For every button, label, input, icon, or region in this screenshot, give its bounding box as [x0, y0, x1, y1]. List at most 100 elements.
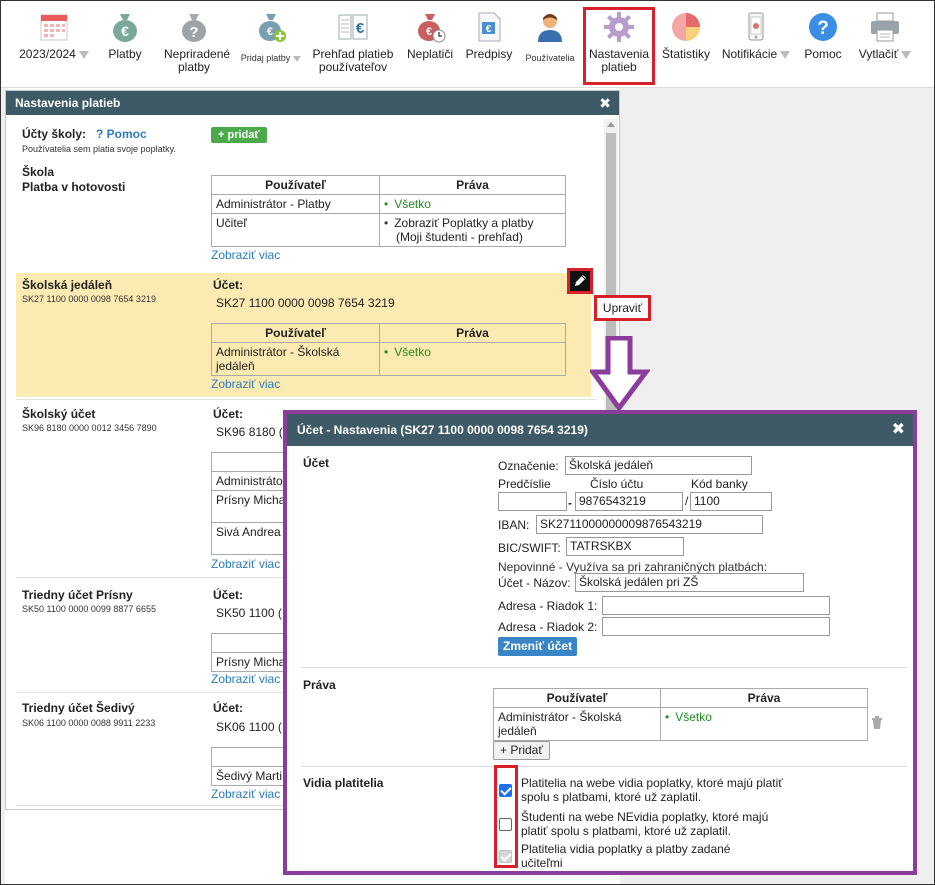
help-icon: ? — [809, 13, 837, 41]
dash-separator: - — [568, 496, 572, 510]
toolbar-label: Predpisy — [465, 47, 513, 61]
account-title-field[interactable]: Školská jedálen pri ZŠ — [575, 573, 804, 592]
calendar-icon — [40, 14, 68, 41]
address2-field[interactable] — [602, 617, 830, 636]
main-toolbar: 2023/2024 € Platby ? Nepriradené platby … — [0, 0, 935, 88]
pie-chart-icon — [672, 13, 700, 41]
prefix-label: Predčíslie — [498, 477, 551, 491]
scroll-up-icon[interactable] — [607, 122, 615, 127]
arrow-down-icon — [590, 336, 650, 413]
toolbar-pouzivatelia[interactable]: Používatelia — [520, 0, 580, 88]
show-more-link[interactable]: Zobraziť viac — [211, 248, 280, 262]
rights-cell: Všetko — [384, 197, 431, 211]
bic-field[interactable]: TATRSKBX — [566, 537, 684, 556]
panel-title: Nastavenia platieb — [15, 96, 121, 110]
change-account-button[interactable]: Zmeniť účet — [498, 637, 578, 656]
teacher-fees-checkbox[interactable] — [499, 850, 512, 863]
toolbar-highlight-frame — [583, 7, 655, 85]
toolbar-vytlacit[interactable]: Vytlačiť — [852, 0, 918, 88]
user-cell: Administrátor - Školská jedáleň — [493, 707, 661, 741]
account-number: SK96 8180 ( — [216, 425, 283, 439]
user-icon — [538, 14, 562, 42]
section-account-label: Účet — [303, 456, 330, 470]
toolbar-neplatici[interactable]: € Neplatiči — [402, 0, 458, 88]
student-hides-fees-checkbox[interactable] — [499, 818, 512, 831]
toolbar-pomoc[interactable]: ? Pomoc — [798, 0, 848, 88]
add-rights-button[interactable]: + Pridať — [493, 741, 550, 760]
payments-overview-icon: € — [338, 14, 368, 40]
toolbar-label: Prehľad platieb používateľov — [312, 47, 394, 74]
account-label: Účet: — [213, 407, 244, 421]
user-cell: Učiteľ — [211, 213, 380, 247]
account-name-field[interactable]: Školská jedáleň — [565, 456, 752, 475]
prefix-field[interactable] — [498, 492, 567, 511]
account-title-label: Účet - Názov: — [498, 576, 571, 590]
toolbar-label: Pomoc — [804, 47, 842, 61]
account-rights-table: Používateľ Práva Administrátor - Školská … — [211, 323, 566, 376]
slash-separator: / — [685, 494, 689, 508]
show-more-link[interactable]: Zobraziť viac — [211, 787, 280, 801]
user-cell: Administrátor - Školská jedáleň — [211, 342, 380, 376]
col-user-header: Používateľ — [493, 688, 661, 708]
help-link[interactable]: ? Pomoc — [96, 127, 147, 141]
toolbar-pridaj-platby[interactable]: € Pridaj platby — [236, 0, 306, 88]
number-label: Číslo účtu — [590, 477, 644, 491]
show-more-link[interactable]: Zobraziť viac — [211, 557, 280, 571]
toolbar-statistiky[interactable]: Štatistiky — [656, 0, 716, 88]
show-more-link[interactable]: Zobraziť viac — [211, 672, 280, 686]
dialog-title: Účet - Nastavenia (SK27 1100 0000 0098 7… — [297, 423, 588, 437]
payer-sees-fees-checkbox[interactable] — [499, 784, 512, 797]
col-user-header: Používateľ — [211, 323, 380, 343]
money-bag-clock-icon: € — [418, 14, 446, 43]
toolbar-label: Nepriradené platby — [164, 47, 231, 74]
close-icon[interactable]: ✖ — [892, 414, 905, 446]
svg-text:?: ? — [817, 18, 829, 39]
col-rights-header: Práva — [379, 175, 566, 195]
add-account-button[interactable]: + pridať — [211, 127, 267, 143]
account-number: SK06 1100 ( — [216, 720, 282, 734]
toolbar-notifikacie[interactable]: Notifikácie — [718, 0, 794, 88]
option-label: Platitelia vidia poplatky a platby zadan… — [521, 842, 731, 870]
money-bag-question-icon: ? — [182, 14, 206, 42]
table-row: UčiteľZobraziť Poplatky a platby (Moji š… — [211, 213, 566, 247]
col-rights-header: Práva — [660, 688, 868, 708]
table-row: Administrátor - Školská jedáleň Všetko — [211, 342, 566, 376]
toolbar-label: Vytlačiť — [858, 47, 899, 61]
accounts-hint: Používatelia sem platia svoje poplatky. — [22, 144, 176, 154]
toolbar-nepriradene[interactable]: ? Nepriradené platby — [156, 0, 232, 88]
pencil-icon — [575, 275, 586, 286]
svg-text:€: € — [426, 26, 432, 38]
name-label: Označenie: — [498, 459, 559, 473]
toolbar-label: Pridaj platby — [240, 53, 291, 63]
school-cash-label: Platba v hotovosti — [22, 180, 126, 194]
trash-icon[interactable] — [871, 716, 883, 729]
account-label: Účet: — [213, 701, 244, 715]
iban-field[interactable]: SK2711000000009876543219 — [536, 515, 763, 534]
money-bag-euro-icon: € — [113, 14, 137, 42]
close-icon[interactable]: ✖ — [599, 91, 611, 115]
panel-header: Nastavenia platieb ✖ — [6, 91, 619, 115]
account-number-field[interactable]: 9876543219 — [575, 492, 683, 511]
dropdown-arrow-icon — [293, 56, 302, 62]
account-name: Triedny účet Prísny — [22, 588, 133, 602]
toolbar-year-selector[interactable]: 2023/2024 — [14, 0, 94, 88]
account-iban: SK96 8180 0000 0012 3456 7890 — [22, 423, 157, 433]
toolbar-prehlad-platieb[interactable]: € Prehľad platieb používateľov — [308, 0, 398, 88]
toolbar-predpisy[interactable]: € Predpisy — [462, 0, 516, 88]
toolbar-platby[interactable]: € Platby — [100, 0, 150, 88]
option-label: Študenti na webe NEvidia poplatky, ktoré… — [521, 810, 769, 838]
row-divider — [16, 399, 596, 400]
edit-account-button[interactable] — [567, 268, 593, 294]
section-divider — [301, 667, 907, 668]
account-name: Školská jedáleň — [22, 278, 113, 292]
toolbar-label: Platby — [108, 47, 142, 61]
dropdown-arrow-icon — [780, 51, 791, 59]
address1-field[interactable] — [602, 596, 830, 615]
toolbar-label: Štatistiky — [661, 47, 710, 61]
toolbar-label: 2023/2024 — [19, 47, 76, 61]
svg-text:€: € — [486, 24, 492, 35]
toolbar-label: Notifikácie — [721, 47, 778, 61]
bank-code-field[interactable]: 1100 — [690, 492, 772, 511]
show-more-link[interactable]: Zobraziť viac — [211, 377, 280, 391]
account-name: Triedny účet Šedivý — [22, 701, 135, 715]
